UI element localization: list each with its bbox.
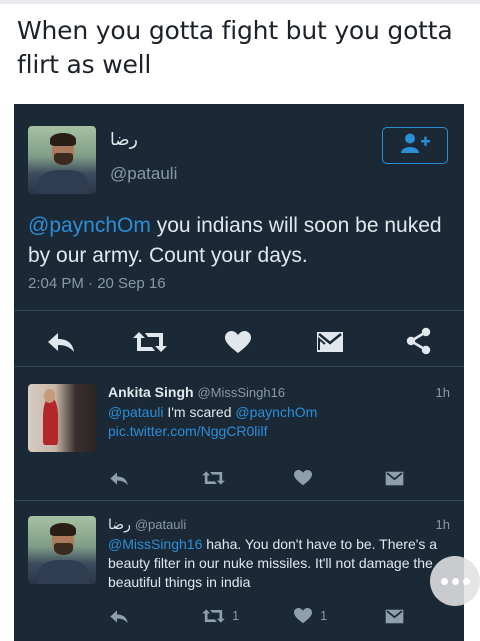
reply-icon[interactable] — [44, 328, 78, 356]
author-handle: @MissSingh16 — [197, 385, 286, 400]
retweet-icon[interactable] — [200, 606, 226, 626]
retweet-icon[interactable] — [200, 468, 226, 488]
mention-link[interactable]: @paynchOm — [28, 214, 151, 237]
avatar[interactable] — [28, 384, 96, 452]
more-icon[interactable] — [430, 556, 480, 606]
tweet-timestamp: 2:04 PM · 20 Sep 16 — [28, 275, 166, 292]
divider — [14, 310, 464, 311]
top-divider — [0, 0, 480, 4]
follow-icon — [399, 132, 431, 159]
reply-icon[interactable] — [107, 468, 131, 488]
avatar[interactable] — [28, 516, 96, 584]
author-name: رضا — [108, 517, 131, 533]
avatar[interactable] — [28, 126, 96, 194]
reply-header: Ankita Singh @MissSingh16 — [108, 384, 448, 400]
reply-body: I'm scared — [163, 404, 236, 420]
like-count: 1 — [320, 608, 328, 623]
divider — [14, 366, 464, 367]
dm-icon[interactable] — [313, 328, 347, 356]
author-name: رضا — [110, 130, 138, 150]
author-name: Ankita Singh — [108, 384, 194, 400]
retweet-count: 1 — [232, 608, 240, 623]
tweet-text: @paynchOm you indians will soon be nuked… — [28, 211, 456, 271]
mention-link[interactable]: @paynchOm — [235, 404, 317, 420]
like-icon[interactable] — [291, 468, 315, 488]
share-icon[interactable] — [402, 326, 436, 356]
reply-icon[interactable] — [107, 606, 131, 626]
reply-time: 1h — [435, 517, 450, 532]
reply-text: @MissSingh16 haha. You don't have to be.… — [108, 535, 446, 592]
mention-link[interactable]: @patauli — [108, 404, 163, 420]
follow-button[interactable] — [382, 127, 448, 164]
post-caption: When you gotta fight but you gotta flirt… — [17, 16, 453, 79]
mention-link[interactable]: @MissSingh16 — [108, 536, 202, 552]
like-icon[interactable] — [222, 328, 254, 356]
dm-icon[interactable] — [382, 468, 406, 488]
pic-link[interactable]: pic.twitter.com/NggCR0lilf — [108, 423, 268, 439]
author-handle: @patauli — [110, 164, 178, 183]
divider — [14, 500, 464, 501]
like-icon[interactable] — [291, 606, 315, 626]
dm-icon[interactable] — [382, 606, 406, 626]
author-handle: @patauli — [134, 517, 187, 532]
reply-header: رضا @patauli — [108, 516, 448, 533]
tweet-screenshot: رضا @patauli @paynchOm you indians will … — [14, 104, 464, 641]
reply-text: @patauli I'm scared @paynchOm pic.twitte… — [108, 403, 448, 441]
reply-time: 1h — [435, 385, 450, 400]
retweet-icon[interactable] — [132, 328, 168, 356]
